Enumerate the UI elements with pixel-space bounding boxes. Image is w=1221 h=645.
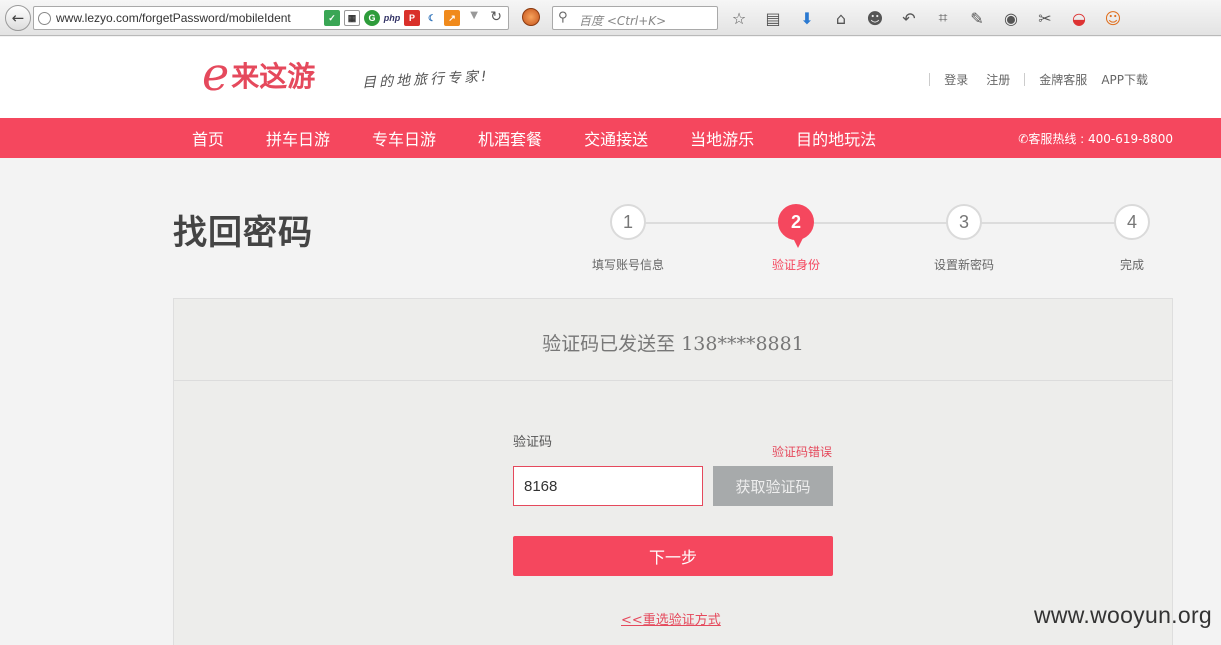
home-icon[interactable]: ⌂	[830, 7, 852, 29]
chart-icon[interactable]: ↗	[444, 10, 460, 26]
step-2-label: 验证身份	[771, 258, 821, 272]
nav-item-flight-hotel[interactable]: 机酒套餐	[478, 126, 542, 150]
shield-icon[interactable]: ✓	[324, 10, 340, 26]
panel-header: 验证码已发送至 138****8881	[174, 299, 1172, 381]
wave-icon[interactable]: ☾	[424, 10, 440, 26]
browser-toolbar: ← www.lezyo.com/forgetPassword/mobileIde…	[0, 0, 1221, 36]
back-arrow-icon[interactable]: ←	[5, 5, 31, 31]
register-link[interactable]: 注册	[986, 71, 1010, 88]
undo-icon[interactable]: ↶	[898, 7, 920, 29]
smiley-icon[interactable]: ☻	[864, 7, 886, 29]
step-1-circle: 1	[610, 204, 646, 240]
step-3-circle: 3	[946, 204, 982, 240]
steps-progress-line	[628, 222, 1132, 224]
chat-icon[interactable]: ✎	[966, 7, 988, 29]
step-1-label: 填写账号信息	[591, 258, 665, 272]
nav-item-shared-day-tour[interactable]: 拼车日游	[266, 126, 330, 150]
search-icon: ⚲	[558, 10, 568, 25]
nav-item-destination[interactable]: 目的地玩法	[796, 126, 876, 150]
profile-icon[interactable]: ◉	[1000, 7, 1022, 29]
site-header: e 来这游 目的地旅行专家! 登录 注册 金牌客服 APP下载	[0, 37, 1221, 118]
divider	[1024, 73, 1026, 86]
g-extension-icon[interactable]: G	[364, 10, 380, 26]
firebug-icon[interactable]	[522, 8, 540, 26]
toolbar-icons: ☆ ▤ ⬇ ⌂ ☻ ↶ ⌗ ✎ ◉ ✂ ◒ ☺	[728, 7, 1124, 29]
browser-search-box[interactable]: ⚲ 百度 <Ctrl+K>	[552, 6, 718, 30]
divider	[929, 73, 931, 86]
url-text[interactable]: www.lezyo.com/forgetPassword/mobileIdent	[56, 11, 291, 25]
crop-icon[interactable]: ⌗	[932, 7, 954, 29]
download-icon[interactable]: ⬇	[796, 7, 818, 29]
reload-icon[interactable]: ↻	[490, 9, 502, 25]
code-sent-message: 验证码已发送至 138****8881	[542, 333, 804, 355]
vip-service-link[interactable]: 金牌客服	[1039, 71, 1087, 88]
globe-icon	[38, 12, 51, 25]
php-icon[interactable]: php	[384, 10, 400, 26]
nav-item-private-day-tour[interactable]: 专车日游	[372, 126, 436, 150]
step-4-circle: 4	[1114, 204, 1150, 240]
login-link[interactable]: 登录	[944, 71, 968, 88]
search-placeholder: 百度 <Ctrl+K>	[579, 14, 667, 28]
reselect-method-link[interactable]: <<重选验证方式	[621, 609, 721, 628]
page-title: 找回密码	[173, 213, 313, 253]
site-logo[interactable]: e 来这游	[202, 51, 315, 97]
red-hat-icon[interactable]: ◒	[1068, 7, 1090, 29]
get-code-button[interactable]: 获取验证码	[713, 466, 833, 506]
slogan: 目的地旅行专家!	[361, 68, 491, 92]
top-links: 登录 注册 金牌客服 APP下载	[915, 71, 1148, 88]
step-2-circle: 2	[778, 204, 814, 248]
main-nav: 首页 拼车日游 专车日游 机酒套餐 交通接送 当地游乐 目的地玩法 ✆客服热线 …	[0, 118, 1221, 158]
star-icon[interactable]: ☆	[728, 7, 750, 29]
phone-icon: ✆	[1018, 132, 1029, 146]
nav-item-local-fun[interactable]: 当地游乐	[690, 126, 754, 150]
qr-code-icon[interactable]: ▦	[344, 10, 360, 26]
code-error-message: 验证码错误	[772, 445, 833, 459]
p-extension-icon[interactable]: P	[404, 10, 420, 26]
app-download-link[interactable]: APP下载	[1101, 71, 1148, 88]
step-4-label: 完成	[1119, 258, 1145, 272]
watermark: www.wooyun.org	[1033, 602, 1212, 628]
step-3-label: 设置新密码	[933, 258, 995, 272]
code-label: 验证码	[513, 435, 553, 450]
user-icon[interactable]: ☺	[1102, 7, 1124, 29]
extension-icons: ✓ ▦ G php P ☾ ↗	[324, 10, 460, 26]
logo-letter: e	[202, 47, 230, 101]
nav-item-transfer[interactable]: 交通接送	[584, 126, 648, 150]
address-bar[interactable]: www.lezyo.com/forgetPassword/mobileIdent…	[33, 6, 509, 30]
clipboard-icon[interactable]: ▤	[762, 7, 784, 29]
hotline: ✆客服热线 : 400-619-8800	[1018, 130, 1173, 147]
logo-text: 来这游	[231, 60, 316, 93]
tool-icon[interactable]: ✂	[1034, 7, 1056, 29]
next-step-button[interactable]: 下一步	[513, 536, 833, 576]
hotline-text: 客服热线 : 400-619-8800	[1028, 132, 1173, 146]
verification-code-input[interactable]	[513, 466, 703, 506]
nav-item-home[interactable]: 首页	[192, 126, 224, 150]
dropdown-arrow-icon[interactable]: ▼	[470, 10, 478, 21]
